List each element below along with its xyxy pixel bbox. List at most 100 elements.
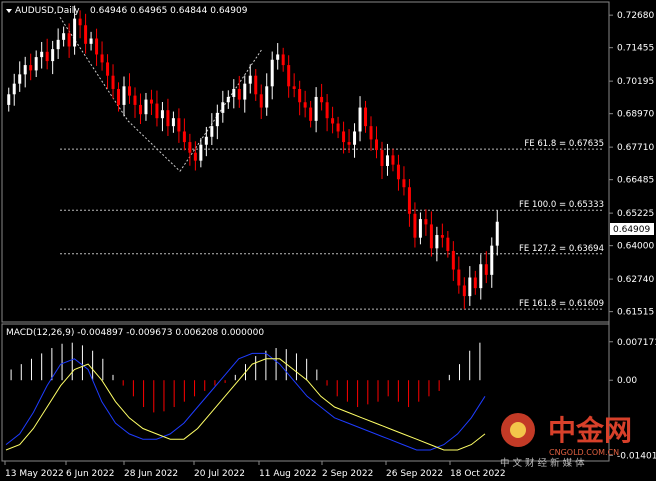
candle-body <box>342 131 346 143</box>
candle-body <box>336 123 340 132</box>
fib-construction-line <box>59 17 129 122</box>
candle-body <box>462 285 466 297</box>
candle-body <box>265 86 269 108</box>
watermark-brand: 中金网 <box>548 414 632 447</box>
candle-body <box>133 95 137 105</box>
candle-body <box>243 83 247 100</box>
candle-body <box>292 86 296 89</box>
candle-body <box>484 264 488 275</box>
candle-body <box>468 277 472 297</box>
price-tick-label: 0.61515 <box>617 308 654 318</box>
candle-body <box>45 51 49 62</box>
watermark: 中金网 CNGOLD.COM.CN 中 文 财 经 新 媒 体 <box>500 413 632 469</box>
candle-body <box>89 38 93 44</box>
macd-tick-label: 0.00 <box>617 376 637 386</box>
candle-body <box>166 110 170 127</box>
candle-body <box>402 179 406 188</box>
candle-body <box>331 118 335 124</box>
candle-body <box>226 96 230 103</box>
date-tick-label: 26 Sep 2022 <box>386 469 443 479</box>
candle-body <box>67 33 71 47</box>
candle-body <box>413 213 417 238</box>
candle-body <box>490 245 494 275</box>
candle-body <box>215 112 219 127</box>
candle-body <box>51 49 55 62</box>
candle-body <box>160 110 164 119</box>
watermark-logo-core-icon <box>510 422 526 438</box>
candle-body <box>364 107 368 127</box>
candle-body <box>237 88 241 100</box>
macd-tick-label: 0.007171 <box>617 338 656 348</box>
fib-levels: FE 61.8 = 0.67635 FE 100.0 = 0.65333 FE 12… <box>59 17 604 310</box>
candle-body <box>7 94 11 105</box>
candle-body <box>100 54 104 63</box>
watermark-url: CNGOLD.COM.CN <box>549 448 619 457</box>
current-price: 0.64909 <box>613 225 650 235</box>
main-chart-frame <box>1 1 610 323</box>
candle-body <box>435 235 439 249</box>
candle-body <box>479 264 483 289</box>
candle-body <box>188 142 192 153</box>
candle-body <box>84 25 88 44</box>
candle-body <box>210 126 214 137</box>
candle-body <box>473 277 477 289</box>
candle-body <box>199 144 203 161</box>
candle-body <box>353 131 357 145</box>
watermark-tagline: 中 文 财 经 新 媒 体 <box>500 457 585 469</box>
candle-body <box>281 54 285 66</box>
fib-label: FE 161.8 = 0.61609 <box>519 299 604 309</box>
candle-body <box>314 96 318 121</box>
candle-body <box>320 96 324 103</box>
candle-body <box>298 88 302 103</box>
fib-label: FE 100.0 = 0.65333 <box>519 200 604 210</box>
candle-body <box>358 107 362 132</box>
candle-body <box>23 65 27 75</box>
candle-body <box>347 142 351 145</box>
candle-body <box>155 103 159 119</box>
candle-body <box>407 187 411 214</box>
date-tick-label: 11 Aug 2022 <box>259 469 317 479</box>
candle-body <box>171 118 175 127</box>
price-tick-label: 0.67710 <box>617 143 654 153</box>
candle-body <box>111 75 115 89</box>
dropdown-triangle-icon[interactable] <box>6 9 12 13</box>
candle-body <box>182 131 186 143</box>
symbol-header: AUDUSD,Daily 0.64946 0.64965 0.64844 0.6… <box>6 6 248 16</box>
candle-body <box>385 155 389 166</box>
price-tick-label: 0.66485 <box>617 176 654 186</box>
candle-body <box>204 136 208 145</box>
candle-body <box>128 86 131 96</box>
date-tick-label: 6 Jun 2022 <box>66 469 114 479</box>
chart-canvas[interactable]: 中金网 CNGOLD.COM.CN 中 文 财 经 新 媒 体 FE 61.8 … <box>0 0 656 481</box>
date-tick-label: 20 Jul 2022 <box>194 469 245 479</box>
candle-body <box>380 150 384 166</box>
macd-histogram <box>10 342 481 413</box>
candle-body <box>270 59 274 87</box>
candle-body <box>375 139 378 151</box>
candle-body <box>429 224 433 249</box>
candle-body <box>193 152 197 161</box>
candle-body <box>149 99 153 104</box>
candle-body <box>325 102 329 119</box>
candle-body <box>248 75 252 84</box>
candle-body <box>309 107 313 121</box>
price-tick-label: 0.70195 <box>617 77 654 87</box>
candle-body <box>369 126 373 140</box>
ohlc-values: 0.64946 0.64965 0.64844 0.64909 <box>90 6 248 16</box>
candle-body <box>122 86 126 105</box>
price-tick-label: 0.68970 <box>617 110 654 120</box>
candle-body <box>78 18 82 26</box>
candle-body <box>451 250 455 270</box>
date-tick-label: 13 May 2022 <box>5 469 64 479</box>
candle-body <box>138 104 142 115</box>
candle-body <box>457 269 461 286</box>
candle-body <box>418 219 422 238</box>
current-price-tag: 0.64909 <box>610 223 654 235</box>
candle-body <box>106 62 110 76</box>
candle-body <box>144 99 148 115</box>
date-tick-label: 28 Jun 2022 <box>124 469 178 479</box>
candle-body <box>232 88 236 97</box>
candle-body <box>276 54 280 60</box>
price-tick-label: 0.64000 <box>617 242 654 252</box>
candle-body <box>62 33 66 40</box>
